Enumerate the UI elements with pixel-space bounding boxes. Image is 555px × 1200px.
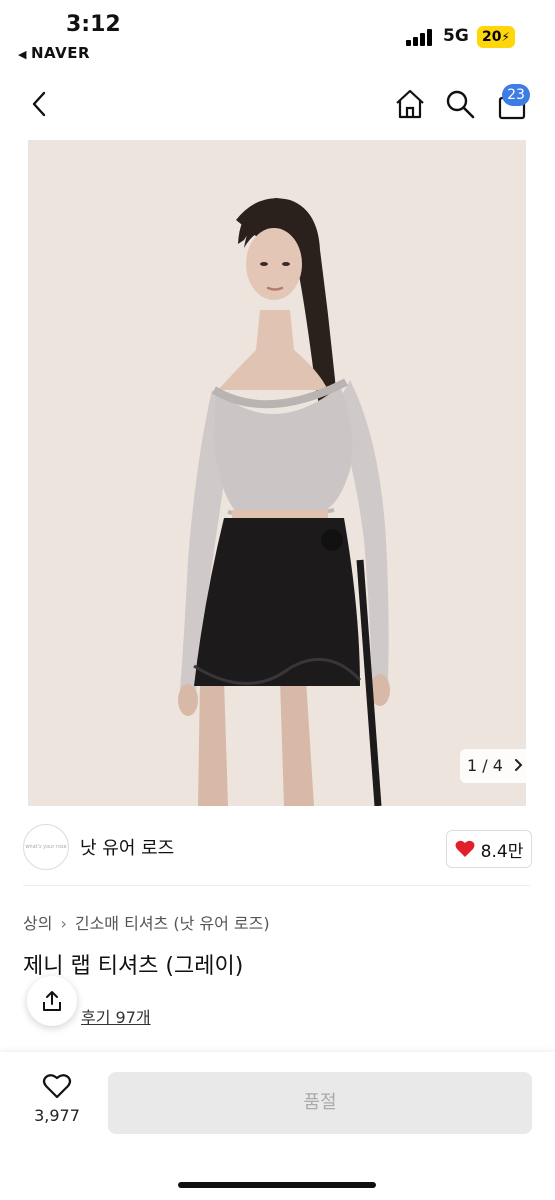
product-title: 제니 랩 티셔츠 (그레이) bbox=[23, 954, 244, 979]
breadcrumb-item-category[interactable]: 상의 bbox=[23, 914, 52, 933]
breadcrumb-item-subcategory[interactable]: 긴소매 티셔츠 (낫 유어 로즈) bbox=[75, 914, 270, 933]
model-photo bbox=[28, 140, 526, 806]
heart-icon bbox=[455, 840, 475, 857]
home-button[interactable] bbox=[388, 80, 432, 128]
bottom-action-bar: 3,977 품절 bbox=[0, 1052, 555, 1200]
battery-level: 20 bbox=[482, 29, 502, 45]
brand-logo: what's your rose bbox=[23, 824, 69, 870]
divider bbox=[23, 885, 530, 886]
wishlist-button[interactable]: 3,977 bbox=[30, 1072, 84, 1125]
wishlist-count: 3,977 bbox=[34, 1106, 80, 1125]
share-button[interactable] bbox=[27, 976, 77, 1026]
status-bar: 3:12 ◀ NAVER 5G 20⚡ bbox=[0, 0, 555, 70]
share-icon bbox=[43, 991, 61, 1011]
brand-like-button[interactable]: 8.4만 bbox=[446, 830, 532, 868]
search-icon bbox=[446, 90, 475, 119]
brand-row[interactable]: what's your rose 낫 유어 로즈 8.4만 bbox=[0, 808, 555, 886]
cart-count-badge: 23 bbox=[502, 84, 530, 106]
battery-icon: 20⚡ bbox=[477, 26, 515, 48]
chevron-left-icon bbox=[32, 91, 46, 117]
signal-icon bbox=[406, 28, 436, 46]
search-button[interactable] bbox=[438, 80, 482, 128]
status-time: 3:12 bbox=[66, 12, 121, 37]
image-pager-label: 1 / 4 bbox=[466, 756, 503, 775]
network-label: 5G bbox=[443, 26, 469, 46]
back-button[interactable] bbox=[18, 80, 62, 128]
heart-outline-icon bbox=[42, 1074, 72, 1099]
brand-name[interactable]: 낫 유어 로즈 bbox=[80, 834, 174, 860]
soldout-button[interactable]: 품절 bbox=[108, 1072, 532, 1134]
brand-like-count: 8.4만 bbox=[480, 841, 524, 862]
reviews-link[interactable]: 후기 97개 bbox=[81, 1004, 151, 1028]
breadcrumb-separator-icon: › bbox=[60, 914, 67, 933]
image-pager-button[interactable]: 1 / 4 bbox=[460, 749, 531, 783]
home-icon bbox=[396, 89, 424, 119]
breadcrumb: 상의 › 긴소매 티셔츠 (낫 유어 로즈) bbox=[23, 910, 270, 934]
chevron-right-icon bbox=[515, 759, 523, 771]
top-nav bbox=[0, 80, 555, 132]
back-arrow-icon: ◀ bbox=[18, 48, 27, 61]
back-app-label: NAVER bbox=[30, 44, 91, 62]
back-to-app-link[interactable]: ◀ NAVER bbox=[18, 44, 90, 62]
home-indicator bbox=[178, 1182, 376, 1188]
product-image[interactable] bbox=[28, 140, 526, 806]
brand-logo-text: what's your rose bbox=[25, 844, 67, 850]
